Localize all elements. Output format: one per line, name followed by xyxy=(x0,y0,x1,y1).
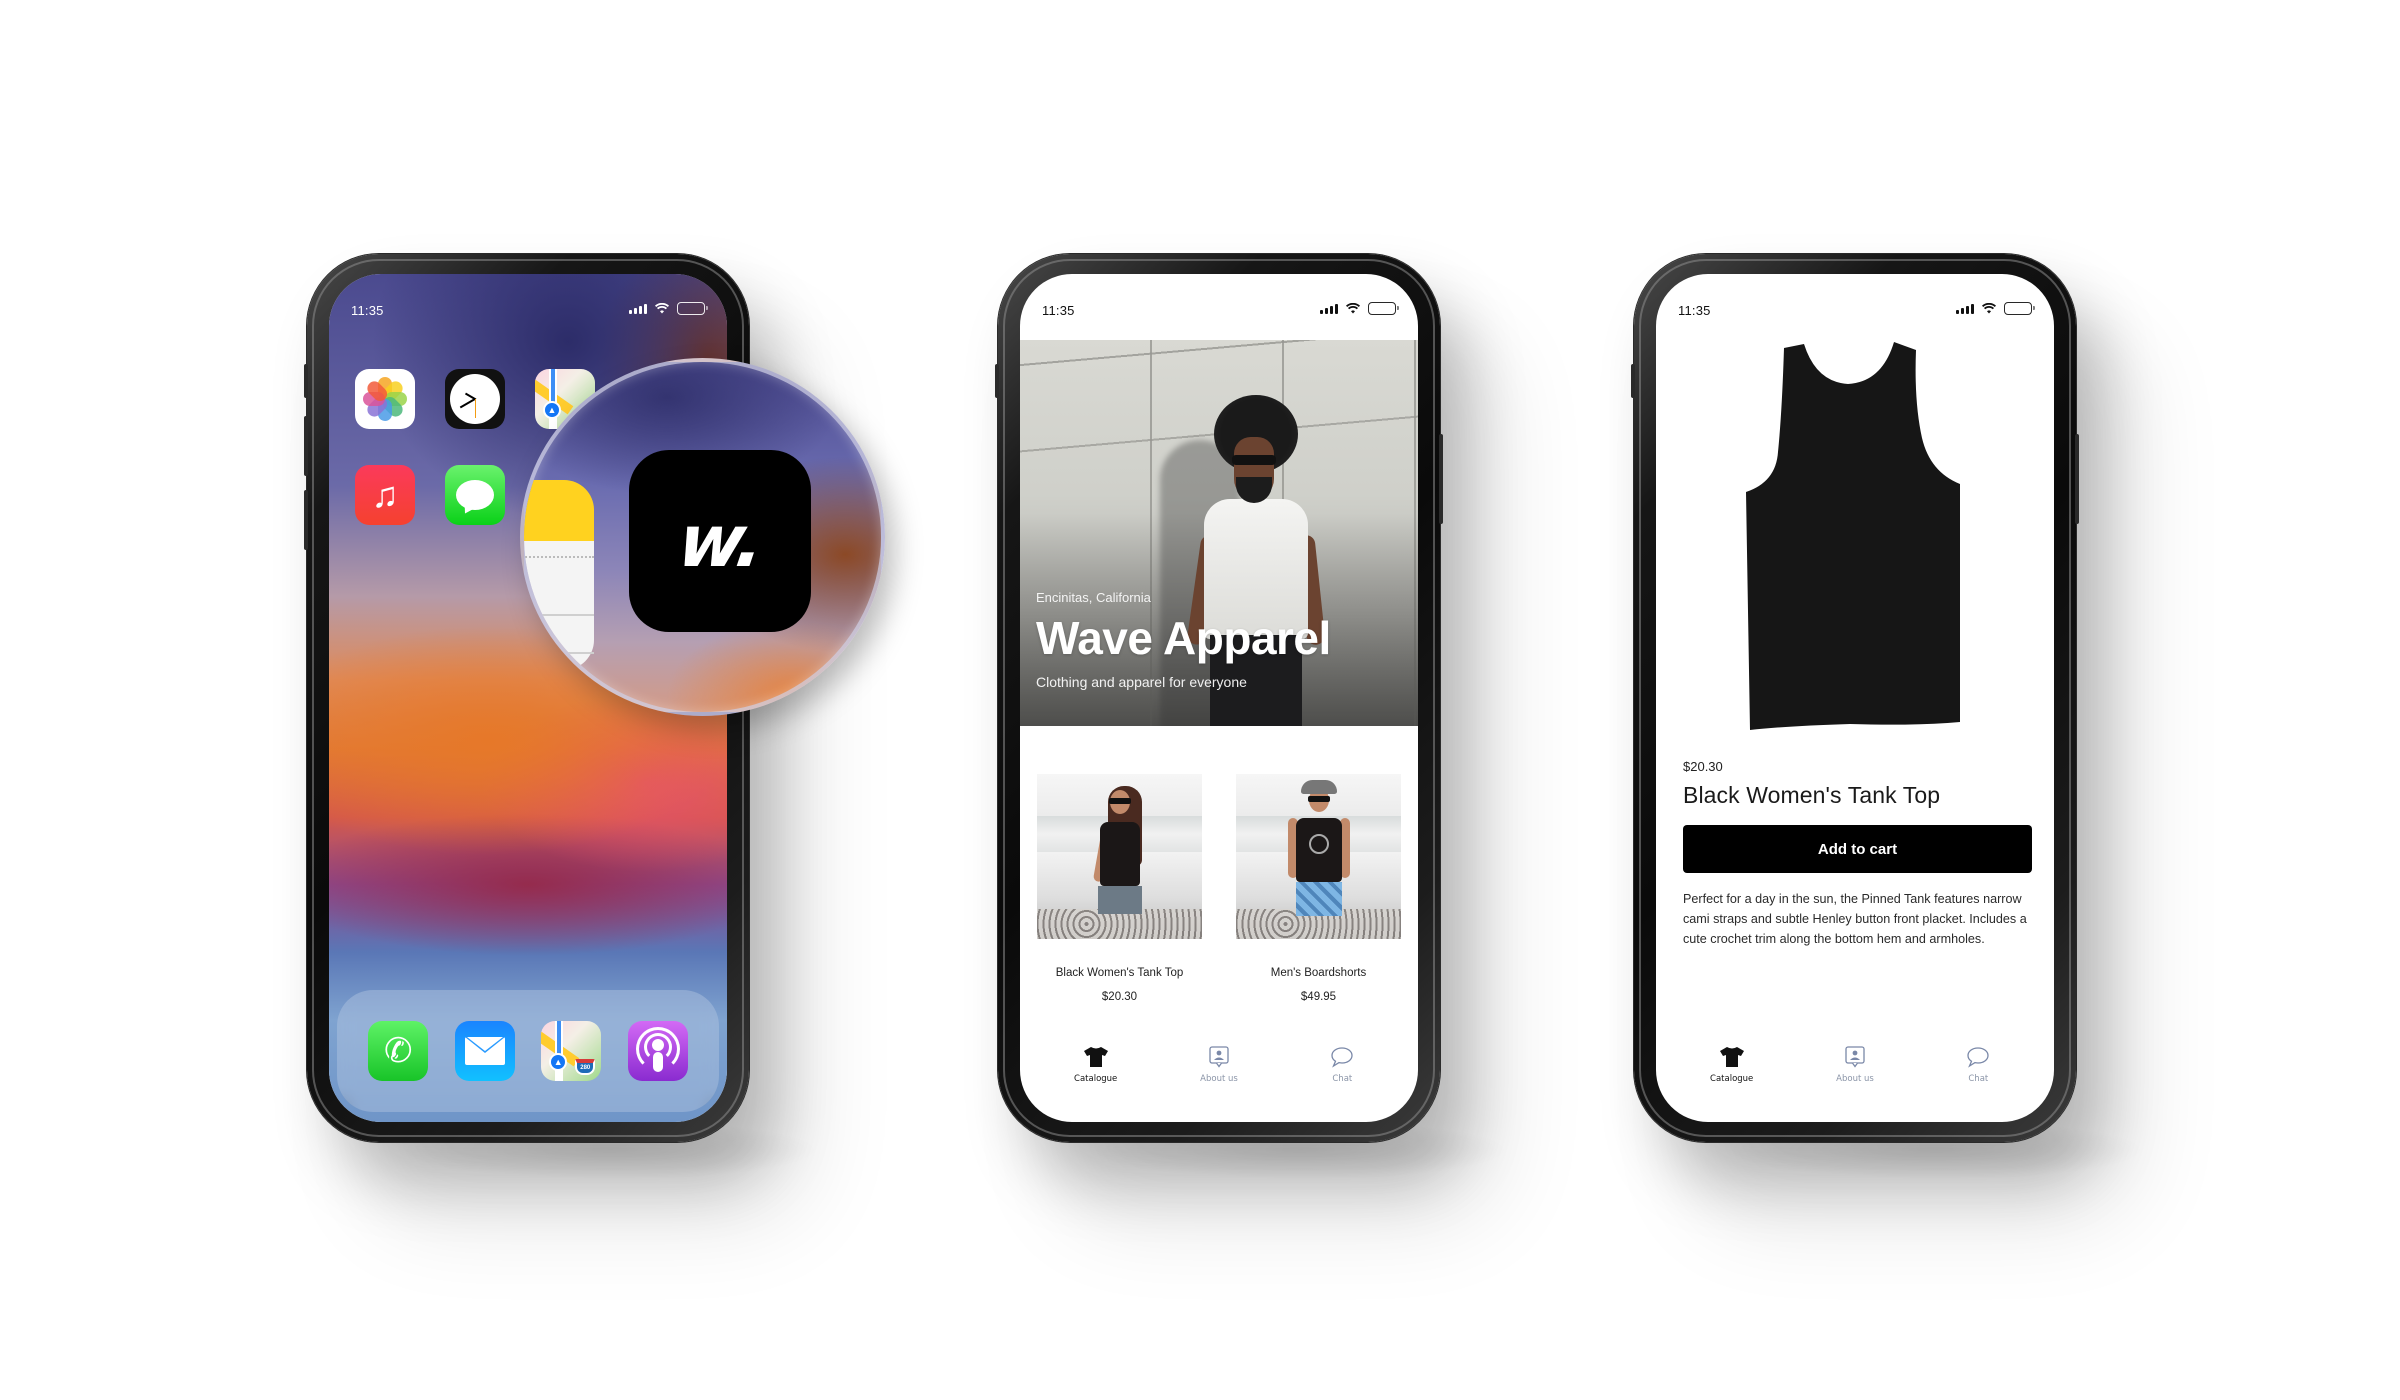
product-price: $49.95 xyxy=(1300,991,1337,1003)
wifi-icon xyxy=(1346,303,1360,314)
tab-bar: Catalogue About us Chat xyxy=(1656,1044,2054,1098)
product-card[interactable]: Black Women's Tank Top $20.30 xyxy=(1037,774,1202,1003)
product-image-tank-top xyxy=(1746,342,1960,730)
wave-logo-text: w. xyxy=(673,499,767,583)
product-description: Perfect for a day in the sun, the Pinned… xyxy=(1683,892,2027,946)
status-bar: 11:35 xyxy=(1656,274,2054,330)
profile-card-icon xyxy=(1205,1044,1233,1070)
status-bar: 11:35 xyxy=(329,274,727,330)
phone-icon[interactable]: ✆ xyxy=(368,1021,429,1081)
product-image[interactable] xyxy=(1037,774,1202,939)
volume-button xyxy=(304,364,308,398)
notes-icon-magnified xyxy=(524,480,594,670)
store-title: Wave Apparel xyxy=(1036,612,1331,665)
volume-button xyxy=(995,364,999,398)
tab-chat[interactable]: Chat xyxy=(1297,1044,1387,1098)
volume-button xyxy=(1631,364,1635,398)
tab-label: About us xyxy=(1836,1074,1874,1084)
dock: ✆ ▲ 280 xyxy=(337,990,719,1112)
volume-button xyxy=(304,416,308,476)
battery-icon xyxy=(2004,302,2035,315)
product-card[interactable]: Men's Boardshorts $49.95 xyxy=(1236,774,1401,1003)
storefront-screen: 11:35 Encinitas, California Wave Apparel… xyxy=(1020,274,1418,1122)
music-icon[interactable]: ♫ xyxy=(355,465,415,525)
battery-icon xyxy=(1368,302,1399,315)
tab-about-us[interactable]: About us xyxy=(1174,1044,1264,1098)
product-price: $20.30 xyxy=(1683,759,1723,774)
podcasts-icon[interactable] xyxy=(627,1021,688,1081)
tab-catalogue[interactable]: Catalogue xyxy=(1051,1044,1141,1098)
product-title: Black Women's Tank Top xyxy=(1683,782,1941,808)
store-tagline: Clothing and apparel for everyone xyxy=(1036,674,1247,690)
tshirt-icon xyxy=(1082,1044,1110,1070)
messages-icon[interactable] xyxy=(445,465,505,525)
chat-bubble-icon xyxy=(1328,1044,1356,1070)
product-detail-screen: 11:35 $20.30 Black Women's Tank Top Add … xyxy=(1656,274,2054,1122)
hero-banner: Encinitas, California Wave Apparel Cloth… xyxy=(1020,340,1418,726)
product-grid: Black Women's Tank Top $20.30 Men's Boar… xyxy=(1037,774,1401,1003)
cellular-signal-icon xyxy=(1956,303,1974,314)
tab-label: Chat xyxy=(1968,1074,1989,1084)
cellular-signal-icon xyxy=(1320,303,1338,314)
chat-bubble-icon xyxy=(1964,1044,1992,1070)
product-image[interactable] xyxy=(1236,774,1401,939)
volume-button xyxy=(304,490,308,550)
status-time: 11:35 xyxy=(1678,303,1711,318)
clock-icon[interactable] xyxy=(445,369,505,429)
battery-icon xyxy=(677,302,708,315)
photos-icon[interactable] xyxy=(355,369,415,429)
tab-bar: Catalogue About us Chat xyxy=(1020,1044,1418,1098)
product-detail-body: $20.30 Black Women's Tank Top Add to car… xyxy=(1683,759,2032,949)
hero-location: Encinitas, California xyxy=(1036,590,1151,606)
tab-label: About us xyxy=(1200,1074,1238,1084)
tab-about-us[interactable]: About us xyxy=(1810,1044,1900,1098)
power-button xyxy=(1439,434,1443,524)
tab-label: Catalogue xyxy=(1710,1074,1754,1084)
tshirt-icon xyxy=(1718,1044,1746,1070)
product-price: $20.30 xyxy=(1101,991,1138,1003)
tab-chat[interactable]: Chat xyxy=(1933,1044,2023,1098)
product-name: Men's Boardshorts xyxy=(1270,967,1367,979)
wifi-icon xyxy=(1982,303,1996,314)
tab-label: Catalogue xyxy=(1074,1074,1118,1084)
power-button xyxy=(2075,434,2079,524)
magnifier-lens: w. xyxy=(520,358,885,716)
tab-label: Chat xyxy=(1332,1074,1353,1084)
maps-icon[interactable]: ▲ 280 xyxy=(541,1021,602,1081)
status-time: 11:35 xyxy=(1042,303,1075,318)
mail-icon[interactable] xyxy=(454,1021,515,1081)
status-time: 11:35 xyxy=(351,303,384,318)
product-name: Black Women's Tank Top xyxy=(1055,967,1184,979)
status-bar: 11:35 xyxy=(1020,274,1418,330)
profile-card-icon xyxy=(1841,1044,1869,1070)
cellular-signal-icon xyxy=(629,303,647,314)
wifi-icon xyxy=(655,303,669,314)
tab-catalogue[interactable]: Catalogue xyxy=(1687,1044,1777,1098)
add-to-cart-button[interactable]: Add to cart xyxy=(1683,825,2032,873)
phone-product-detail: 11:35 $20.30 Black Women's Tank Top Add … xyxy=(1631,254,2079,1142)
wave-apparel-app-icon[interactable]: w. xyxy=(629,450,811,632)
route-shield-badge: 280 xyxy=(575,1059,596,1075)
phone-storefront: 11:35 Encinitas, California Wave Apparel… xyxy=(995,254,1443,1142)
